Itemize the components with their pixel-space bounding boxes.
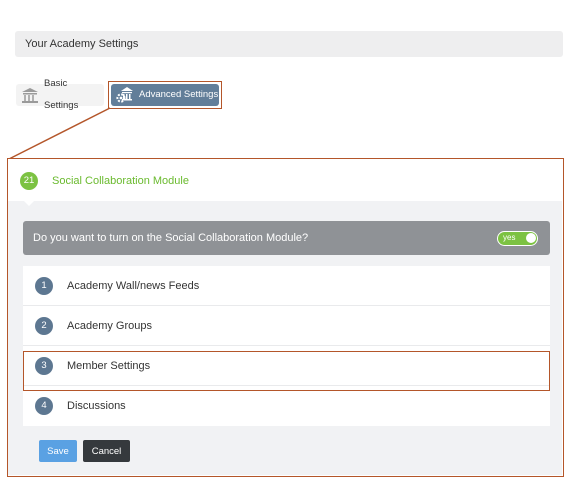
panel-body: Do you want to turn on the Social Collab…	[8, 201, 562, 475]
item-number-badge: 1	[35, 276, 53, 295]
building-gear-icon	[115, 86, 135, 104]
toggle-knob	[526, 233, 536, 243]
module-question-bar: Do you want to turn on the Social Collab…	[23, 221, 550, 255]
module-number-badge: 21	[20, 172, 38, 190]
toggle-label: yes	[503, 233, 516, 242]
tab-advanced-settings[interactable]: Advanced Settings	[111, 84, 219, 106]
panel-header[interactable]: 21 Social Collaboration Module	[8, 159, 562, 201]
list-item-member-settings[interactable]: 3 Member Settings	[23, 346, 550, 386]
module-toggle[interactable]: yes	[497, 231, 538, 246]
item-label: Discussions	[67, 400, 126, 412]
list-item-discussions[interactable]: 4 Discussions	[23, 386, 550, 426]
save-button[interactable]: Save	[39, 440, 77, 462]
list-item-academy-wall[interactable]: 1 Academy Wall/news Feeds	[23, 266, 550, 306]
social-collaboration-panel: 21 Social Collaboration Module Do you wa…	[7, 158, 564, 477]
caret-pointer	[22, 199, 36, 206]
item-label: Academy Wall/news Feeds	[67, 279, 200, 292]
item-label: Academy Groups	[67, 319, 152, 332]
module-title: Social Collaboration Module	[52, 175, 189, 187]
item-number-badge: 3	[35, 356, 53, 375]
list-item-academy-groups[interactable]: 2 Academy Groups	[23, 306, 550, 346]
settings-list: 1 Academy Wall/news Feeds 2 Academy Grou…	[23, 266, 550, 426]
academy-settings-bar: Your Academy Settings	[15, 31, 563, 57]
tab-basic-label: Basic Settings	[44, 78, 79, 111]
item-number-badge: 2	[35, 316, 53, 335]
cancel-button[interactable]: Cancel	[83, 440, 130, 462]
tab-advanced-label: Advanced Settings	[139, 89, 219, 100]
item-label: Member Settings	[67, 359, 151, 372]
tab-basic-settings[interactable]: Basic Settings	[16, 78, 104, 111]
building-icon	[20, 86, 40, 104]
module-question: Do you want to turn on the Social Collab…	[33, 232, 309, 244]
item-number-badge: 4	[35, 397, 53, 415]
